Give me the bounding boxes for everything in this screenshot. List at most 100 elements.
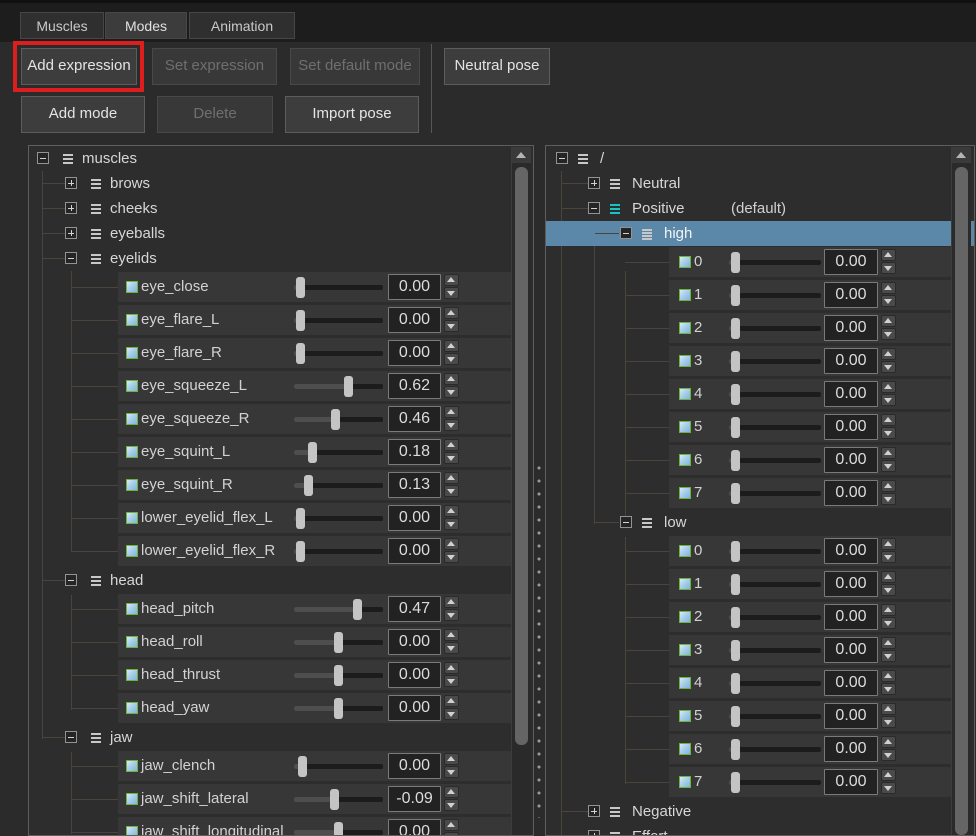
value-field[interactable]: 0.00 [824,571,878,597]
value-field[interactable]: 0.00 [824,315,878,341]
value-field[interactable]: 0.00 [388,538,441,564]
tree-group-row[interactable]: high [546,221,974,246]
spin-up-button[interactable] [881,769,896,781]
muscle-checkbox-icon[interactable] [679,776,691,788]
spin-up-button[interactable] [444,307,459,319]
muscle-slider[interactable] [729,359,821,364]
tree-group-label[interactable]: high [664,221,692,246]
muscle-slider[interactable] [729,648,821,653]
spin-down-button[interactable] [444,353,459,365]
spin-up-button[interactable] [444,786,459,798]
value-field[interactable]: 0.00 [388,340,441,366]
muscle-slider[interactable] [294,706,383,711]
expand-toggle-icon[interactable] [588,830,600,836]
set-default-mode-button[interactable]: Set default mode [290,48,420,85]
spin-down-button[interactable] [881,427,896,439]
muscle-slider[interactable] [729,582,821,587]
scroll-up-button[interactable] [952,147,971,163]
spin-up-button[interactable] [444,406,459,418]
slider-handle[interactable] [731,318,740,339]
collapse-toggle-icon[interactable] [37,152,49,164]
muscle-checkbox-icon[interactable] [126,347,138,359]
slider-handle[interactable] [331,409,340,430]
spin-down-button[interactable] [881,683,896,695]
menu-icon[interactable] [610,807,620,819]
value-field[interactable]: 0.13 [388,472,441,498]
value-field[interactable]: 0.00 [824,414,878,440]
panel-splitter-handle[interactable] [537,466,541,818]
muscle-checkbox-icon[interactable] [126,413,138,425]
menu-icon[interactable] [610,179,620,191]
tree-group-row[interactable]: eyelids [29,246,533,271]
scroll-up-button[interactable] [512,147,531,163]
scrollbar-thumb[interactable] [515,167,528,745]
value-field[interactable]: 0.00 [824,480,878,506]
muscle-checkbox-icon[interactable] [126,281,138,293]
tree-group-row[interactable]: / [546,146,974,171]
value-field[interactable]: 0.00 [824,736,878,762]
slider-handle[interactable] [731,450,740,471]
spin-down-button[interactable] [881,295,896,307]
delete-button[interactable]: Delete [157,96,273,133]
muscle-checkbox-icon[interactable] [126,512,138,524]
value-field[interactable]: 0.00 [824,637,878,663]
collapse-toggle-icon[interactable] [65,574,77,586]
spin-up-button[interactable] [881,703,896,715]
tree-group-label[interactable]: muscles [82,146,137,171]
tree-group-row[interactable]: muscles [29,146,533,171]
spin-down-button[interactable] [444,551,459,563]
slider-handle[interactable] [731,384,740,405]
spin-up-button[interactable] [881,604,896,616]
muscle-checkbox-icon[interactable] [679,743,691,755]
spin-down-button[interactable] [881,584,896,596]
spin-down-button[interactable] [881,328,896,340]
muscle-checkbox-icon[interactable] [679,710,691,722]
spin-down-button[interactable] [444,452,459,464]
tree-group-row[interactable]: eyeballs [29,221,533,246]
import-pose-button[interactable]: Import pose [285,96,419,133]
muscle-slider[interactable] [294,607,383,612]
muscle-slider[interactable] [294,384,383,389]
slider-handle[interactable] [731,574,740,595]
slider-handle[interactable] [344,376,353,397]
muscle-slider[interactable] [729,681,821,686]
spin-down-button[interactable] [881,749,896,761]
add-expression-button[interactable]: Add expression [21,48,137,85]
menu-icon[interactable] [91,254,101,266]
value-field[interactable]: 0.00 [388,307,441,333]
tree-group-label[interactable]: low [664,510,687,535]
spin-up-button[interactable] [444,538,459,550]
spin-down-button[interactable] [444,485,459,497]
menu-icon[interactable] [91,179,101,191]
menu-icon[interactable] [642,518,652,530]
muscle-slider[interactable] [729,260,821,265]
muscle-slider[interactable] [294,483,383,488]
collapse-toggle-icon[interactable] [620,227,632,239]
muscle-slider[interactable] [729,780,821,785]
spin-up-button[interactable] [444,505,459,517]
spin-down-button[interactable] [444,419,459,431]
menu-icon[interactable] [610,204,620,216]
muscle-checkbox-icon[interactable] [126,826,138,836]
spin-down-button[interactable] [881,262,896,274]
muscle-checkbox-icon[interactable] [126,760,138,772]
tree-group-label[interactable]: eyeballs [110,221,165,246]
value-field[interactable]: 0.00 [824,282,878,308]
spin-down-button[interactable] [881,493,896,505]
muscle-checkbox-icon[interactable] [679,355,691,367]
slider-handle[interactable] [731,285,740,306]
muscle-checkbox-icon[interactable] [126,793,138,805]
tree-group-row[interactable]: low [546,510,974,535]
slider-handle[interactable] [731,483,740,504]
muscle-checkbox-icon[interactable] [679,611,691,623]
value-field[interactable]: 0.00 [388,753,441,779]
slider-handle[interactable] [731,252,740,273]
tree-group-row[interactable]: Positive(default) [546,196,974,221]
muscle-slider[interactable] [294,797,383,802]
spin-up-button[interactable] [881,447,896,459]
muscle-slider[interactable] [294,640,383,645]
value-field[interactable]: 0.00 [388,662,441,688]
tree-group-row[interactable]: brows [29,171,533,196]
spin-down-button[interactable] [444,320,459,332]
slider-handle[interactable] [308,442,317,463]
